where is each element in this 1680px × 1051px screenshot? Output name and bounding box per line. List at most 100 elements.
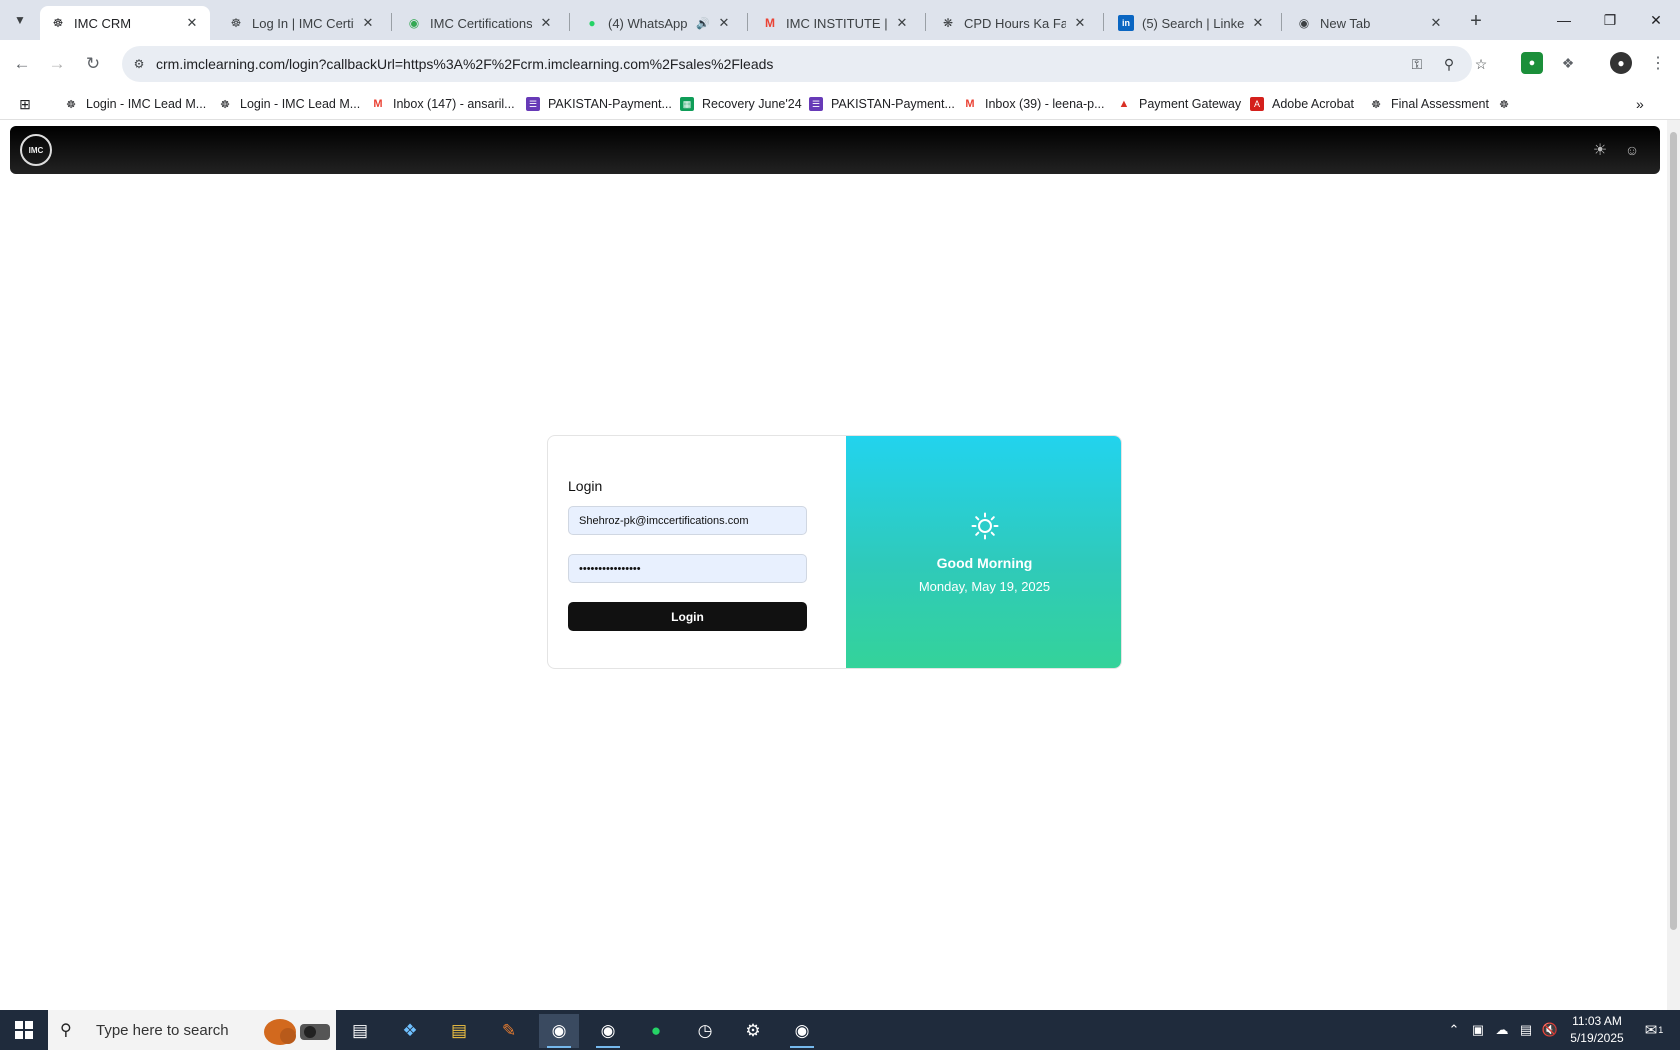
forms-icon: ☰ <box>809 97 823 111</box>
minimize-window-icon[interactable]: — <box>1541 0 1587 40</box>
bookmark-label: Login - IMC Lead M... <box>86 97 207 111</box>
bookmark-item-icon-only[interactable]: ☸ <box>1497 94 1519 114</box>
close-tab-icon[interactable]: ✕ <box>1250 15 1266 31</box>
profile-avatar-icon[interactable]: ● <box>1610 52 1632 74</box>
bookmark-item[interactable]: ☸ Login - IMC Lead M... <box>218 94 360 114</box>
page-scrollbar[interactable] <box>1667 120 1680 1010</box>
paint-app-icon[interactable]: ✎ <box>489 1014 529 1048</box>
bookmark-item[interactable]: M Inbox (39) - leena-p... <box>963 94 1104 114</box>
theme-toggle-sun-icon[interactable]: ☀ <box>1590 140 1610 160</box>
bookmark-label: PAKISTAN-Payment... <box>831 97 955 111</box>
tab-separator <box>1281 13 1282 31</box>
bookmark-item[interactable]: ▦ Recovery June'24 <box>680 94 802 114</box>
chrome-taskbar-icon[interactable]: ◉ <box>539 1014 579 1048</box>
tab-linkedin[interactable]: in (5) Search | LinkedIn ✕ <box>1108 6 1276 40</box>
bookmark-item[interactable]: ▲ Payment Gateway <box>1117 94 1242 114</box>
imc-logo[interactable]: IMC <box>20 134 52 166</box>
back-arrow-icon[interactable]: ← <box>9 51 35 77</box>
browser-menu-kebab-icon[interactable]: ⋮ <box>1647 52 1669 74</box>
settings-gear-icon[interactable]: ⚙ <box>733 1014 773 1048</box>
restore-window-icon[interactable]: ❐ <box>1587 0 1633 40</box>
login-button[interactable]: Login <box>568 602 807 631</box>
speaker-icon[interactable]: 🔊 <box>696 17 710 30</box>
imc-favicon-icon: ☸ <box>1499 98 1509 111</box>
clock-app-icon[interactable]: ◷ <box>685 1014 725 1048</box>
site-info-tune-icon[interactable]: ⚙ <box>130 55 148 73</box>
maps-pin-icon: ◉ <box>408 16 420 30</box>
bookmark-item[interactable]: A Adobe Acrobat <box>1250 94 1354 114</box>
volume-muted-icon[interactable]: 🔇 <box>1540 1010 1560 1050</box>
bookmark-item[interactable]: ☰ PAKISTAN-Payment... <box>526 94 672 114</box>
windows-taskbar: ⚲ Type here to search ▤ ❖ ▤ ✎ ◉ ◉ ● ◷ ⚙ … <box>0 1010 1680 1050</box>
email-input[interactable] <box>568 506 807 535</box>
tab-imc-login[interactable]: ☸ Log In | IMC Certific ✕ <box>218 6 386 40</box>
zoom-magnifier-icon[interactable]: ⚲ <box>1439 55 1459 73</box>
tab-cpd-hours[interactable]: ❋ CPD Hours Ka Fark ✕ <box>930 6 1098 40</box>
page-viewport: IMC ☀ ☺ Login Login G <box>0 120 1667 1010</box>
scrollbar-thumb[interactable] <box>1670 132 1677 930</box>
tab-separator <box>925 13 926 31</box>
apps-grid-icon[interactable]: ⊞ <box>18 94 32 114</box>
close-tab-icon[interactable]: ✕ <box>1428 15 1444 31</box>
password-key-icon[interactable]: ⚿ <box>1407 55 1427 73</box>
file-explorer-icon[interactable]: ▤ <box>439 1014 479 1048</box>
show-hidden-icons-chevron-icon[interactable]: ⌃ <box>1444 1010 1464 1050</box>
tab-separator <box>1103 13 1104 31</box>
close-window-icon[interactable]: ✕ <box>1633 0 1679 40</box>
payment-gateway-icon: ▲ <box>1118 98 1130 110</box>
bookmark-item[interactable]: ☸ Final Assessment <box>1369 94 1489 114</box>
tab-title: (5) Search | LinkedIn <box>1142 15 1244 31</box>
login-form: Login Login <box>548 436 846 668</box>
windows-start-icon[interactable] <box>0 1010 48 1050</box>
whatsapp-extension-icon[interactable]: ● <box>1521 52 1543 74</box>
task-view-icon[interactable]: ▤ <box>340 1014 380 1048</box>
login-card: Login Login Good Morning Monday, May 19, <box>547 435 1122 669</box>
chrome-alt-taskbar-icon[interactable]: ◉ <box>782 1014 822 1048</box>
tab-gmail-imc-institute[interactable]: M IMC INSTITUTE | EN ✕ <box>752 6 920 40</box>
copilot-icon[interactable]: ❖ <box>390 1014 430 1048</box>
close-tab-icon[interactable]: ✕ <box>360 15 376 31</box>
tab-title: IMC CRM <box>74 15 132 31</box>
address-bar[interactable]: ⚙ crm.imclearning.com/login?callbackUrl=… <box>122 46 1487 82</box>
onedrive-cloud-icon[interactable]: ☁ <box>1492 1010 1512 1050</box>
chrome-profile-taskbar-icon[interactable]: ◉ <box>588 1014 628 1048</box>
user-account-icon[interactable]: ☺ <box>1622 140 1642 160</box>
notifications-icon[interactable]: ✉ 1 <box>1638 1010 1670 1050</box>
whatsapp-taskbar-icon[interactable]: ● <box>636 1014 676 1048</box>
taskbar-clock[interactable]: 11:03 AM 5/19/2025 <box>1560 1013 1634 1047</box>
meet-now-icon[interactable]: ▣ <box>1468 1010 1488 1050</box>
reload-icon[interactable]: ↻ <box>80 51 106 77</box>
tab-whatsapp[interactable]: ● (4) WhatsApp B 🔊 ✕ <box>574 6 742 40</box>
tab-title: CPD Hours Ka Fark <box>964 15 1066 31</box>
bookmark-item[interactable]: M Inbox (147) - ansaril... <box>371 94 514 114</box>
gmail-icon: M <box>765 16 775 30</box>
bookmark-star-icon[interactable]: ☆ <box>1471 55 1491 73</box>
bookmark-label: Adobe Acrobat <box>1272 97 1355 111</box>
close-tab-icon[interactable]: ✕ <box>894 15 910 31</box>
tab-imc-certifications-maps[interactable]: ◉ IMC Certifications - ✕ <box>396 6 564 40</box>
imc-favicon-icon: ☸ <box>52 16 64 30</box>
tab-new-tab[interactable]: ◉ New Tab ✕ <box>1286 6 1454 40</box>
url-text[interactable]: crm.imclearning.com/login?callbackUrl=ht… <box>156 56 773 72</box>
tab-imc-crm[interactable]: ☸ IMC CRM ✕ <box>40 6 210 40</box>
search-highlight-squirrel-icon[interactable] <box>258 1014 334 1048</box>
tab-title: New Tab <box>1320 15 1371 31</box>
close-tab-icon[interactable]: ✕ <box>538 15 554 31</box>
close-tab-icon[interactable]: ✕ <box>184 15 200 31</box>
whatsapp-icon: ● <box>588 16 596 30</box>
bookmark-item[interactable]: ☸ Login - IMC Lead M... <box>64 94 206 114</box>
more-bookmarks-chevron-icon[interactable]: » <box>1636 94 1644 114</box>
grid-icon: ⊞ <box>19 95 31 112</box>
bookmark-item[interactable]: ☰ PAKISTAN-Payment... <box>809 94 955 114</box>
close-tab-icon[interactable]: ✕ <box>1072 15 1088 31</box>
extensions-puzzle-icon[interactable]: ❖ <box>1557 52 1579 74</box>
tab-title: Log In | IMC Certific <box>252 15 354 31</box>
tab-search-chevron-icon[interactable]: ▼ <box>8 8 32 32</box>
forward-arrow-icon[interactable]: → <box>44 51 70 77</box>
sheets-icon: ▦ <box>680 97 694 111</box>
network-icon[interactable]: ▤ <box>1516 1010 1536 1050</box>
new-tab-plus-icon[interactable]: + <box>1463 8 1489 34</box>
tab-separator <box>391 13 392 31</box>
password-input[interactable] <box>568 554 807 583</box>
close-tab-icon[interactable]: ✕ <box>716 15 732 31</box>
